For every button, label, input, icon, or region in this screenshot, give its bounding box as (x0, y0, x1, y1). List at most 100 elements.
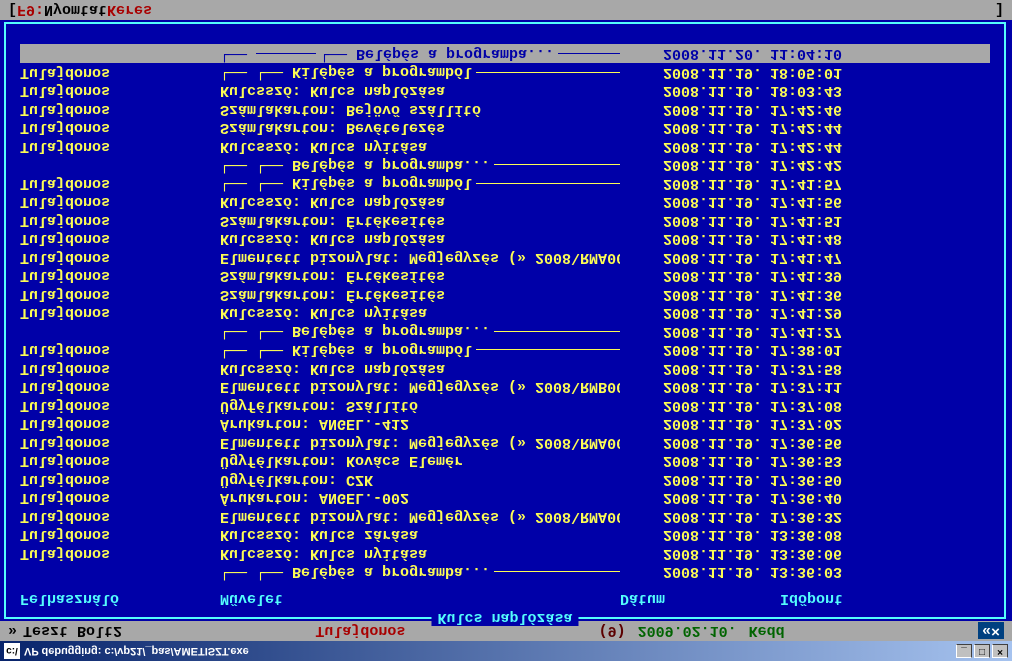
log-row[interactable]: TulajdonosKulcsszó: Kulcs nyitása2008.11… (20, 137, 990, 156)
cell-operation: └── Kilépés a programból (220, 174, 620, 192)
log-row[interactable]: └── Belépés a programba...2008.11.19.13:… (20, 563, 990, 582)
log-row[interactable]: TulajdonosElmentett bizonylat: Megjegyzé… (20, 433, 990, 452)
log-panel: Kulcs naplózása Felhasználó Művelet Dátu… (4, 22, 1006, 619)
chevron-icon: » (8, 623, 17, 640)
cell-time: 17:36:56 (770, 434, 990, 451)
cell-user: Tulajdonos (20, 286, 220, 303)
hotkey-f9[interactable]: F9: (17, 2, 44, 19)
log-row[interactable]: TulajdonosKulcsszó: Kulcs naplózása2008.… (20, 359, 990, 378)
log-row[interactable]: TulajdonosElmentett bizonylat: Megjegyzé… (20, 378, 990, 397)
cell-date: 2008.11.19. (620, 156, 770, 173)
cell-time: 18:05:01 (770, 64, 990, 81)
cell-date: 2008.11.19. (620, 415, 770, 432)
cell-time: 17:36:40 (770, 489, 990, 506)
log-row[interactable]: TulajdonosÁrukarton: ANGEL.-4122008.11.1… (20, 415, 990, 434)
cell-date: 2008.11.19. (620, 267, 770, 284)
cell-date: 2008.11.19. (620, 138, 770, 155)
log-row[interactable]: TulajdonosKulcsszó: Kulcs naplózása2008.… (20, 82, 990, 101)
cell-operation: Kulcsszó: Kulcs naplózása (220, 193, 620, 210)
cell-user: Tulajdonos (20, 193, 220, 210)
log-row[interactable]: TulajdonosKulcsszó: Kulcs naplózása2008.… (20, 230, 990, 249)
cell-date: 2008.11.19. (620, 230, 770, 247)
hotkey-search[interactable]: Keres (107, 2, 152, 19)
log-row[interactable]: Tulajdonos└── Kilépés a programból2008.1… (20, 341, 990, 360)
window-titlebar: c:\ VP debugging: c:/vp21/_pas/AMETISZT.… (0, 641, 1012, 661)
log-row[interactable]: TulajdonosSzámlakarton: Értékesítés2008.… (20, 285, 990, 304)
cell-operation: Elmentett bizonylat: Megjegyzés (» 2008\… (220, 434, 620, 451)
log-row[interactable]: TulajdonosElmentett bizonylat: Megjegyzé… (20, 248, 990, 267)
column-headers: Felhasználó Művelet Dátum Időpont (20, 590, 990, 607)
status-count: (9) (599, 623, 626, 640)
hotkey-f9-label: Nyomtat (44, 2, 107, 19)
cell-user: Tulajdonos (20, 212, 220, 229)
log-row[interactable]: TulajdonosElmentett bizonylat: Megjegyzé… (20, 507, 990, 526)
cell-user: Tulajdonos (20, 304, 220, 321)
cell-operation: Kulcsszó: Kulcs nyitása (220, 545, 620, 562)
minimize-button[interactable]: _ (956, 644, 972, 658)
close-window-button[interactable]: × (992, 644, 1008, 658)
cell-time: 17:42:42 (770, 156, 990, 173)
log-row[interactable]: TulajdonosSzámlakarton: Értékesítés2008.… (20, 267, 990, 286)
cell-time: 17:41:27 (770, 323, 990, 340)
cell-user: Tulajdonos (20, 378, 220, 395)
cell-operation: Számlakarton: Értékesítés (220, 286, 620, 303)
cell-operation: Ügyfélkarton: Szállító (220, 397, 620, 414)
cell-date: 2008.11.19. (620, 434, 770, 451)
cell-operation: └── Kilépés a programból (220, 63, 620, 81)
cell-user: Tulajdonos (20, 471, 220, 488)
log-row[interactable]: TulajdonosKulcsszó: Kulcs nyitása2008.11… (20, 304, 990, 323)
header-user: Felhasználó (20, 590, 220, 607)
cell-date: 2008.11.19. (620, 563, 770, 580)
log-row[interactable]: Tulajdonos└── Kilépés a programból2008.1… (20, 174, 990, 193)
log-rows[interactable]: └── Belépés a programba...2008.11.19.13:… (20, 54, 990, 581)
cell-date: 2008.11.19. (620, 119, 770, 136)
close-panel-icon[interactable]: «× (978, 623, 1004, 640)
log-row[interactable]: └── Belépés a programba... > 93 / 934 < … (20, 45, 990, 64)
cell-user: Tulajdonos (20, 267, 220, 284)
cell-time: 13:36:03 (770, 563, 990, 580)
cell-date: 2008.11.19. (620, 175, 770, 192)
log-row[interactable]: TulajdonosÜgyfélkarton: CZK2008.11.19.17… (20, 470, 990, 489)
log-row[interactable]: TulajdonosSzámlakarton: Bevételezés2008.… (20, 119, 990, 138)
cell-operation: Számlakarton: Bevételezés (220, 119, 620, 136)
cell-time: 17:37:08 (770, 397, 990, 414)
status-owner: Tulajdonos (315, 623, 405, 640)
cell-date: 2008.11.19. (620, 360, 770, 377)
log-row[interactable]: TulajdonosÁrukarton: ANGEL.-0022008.11.1… (20, 489, 990, 508)
header-time: Időpont (780, 590, 990, 607)
log-row[interactable]: TulajdonosÜgyfélkarton: Kovács Elemér200… (20, 452, 990, 471)
cell-operation: Kulcsszó: Kulcs zárása (220, 526, 620, 543)
cell-user: Tulajdonos (20, 508, 220, 525)
log-row[interactable]: TulajdonosKulcsszó: Kulcs nyitása2008.11… (20, 544, 990, 563)
log-row[interactable]: └── Belépés a programba...2008.11.19.17:… (20, 156, 990, 175)
cell-operation: Kulcsszó: Kulcs naplózása (220, 230, 620, 247)
cell-date: 2008.11.19. (620, 82, 770, 99)
log-row[interactable]: TulajdonosSzámlakarton: Értékesítés2008.… (20, 211, 990, 230)
cell-date: 2008.11.19. (620, 101, 770, 118)
log-row[interactable]: TulajdonosSzámlakarton: Bejövő szállító2… (20, 100, 990, 119)
cell-user: Tulajdonos (20, 341, 220, 358)
log-row[interactable]: Tulajdonos└── Kilépés a programból2008.1… (20, 63, 990, 82)
cell-date: 2008.11.19. (620, 508, 770, 525)
bracket-left: [ (8, 2, 17, 19)
cell-user: Tulajdonos (20, 434, 220, 451)
maximize-button[interactable]: □ (974, 644, 990, 658)
cell-date: 2008.11.19. (620, 212, 770, 229)
cell-time: 17:41:29 (770, 304, 990, 321)
footer-bar: [ F9: Nyomtat Keres ] (0, 0, 1012, 20)
cell-time: 17:41:56 (770, 193, 990, 210)
cell-time: 17:42:44 (770, 119, 990, 136)
cell-user: Tulajdonos (20, 101, 220, 118)
log-row[interactable]: TulajdonosÜgyfélkarton: Szállító2008.11.… (20, 396, 990, 415)
log-row[interactable]: TulajdonosKulcsszó: Kulcs zárása2008.11.… (20, 526, 990, 545)
log-row[interactable]: └── Belépés a programba...2008.11.19.17:… (20, 322, 990, 341)
cell-date: 2008.11.19. (620, 193, 770, 210)
cell-user: Tulajdonos (20, 360, 220, 377)
cell-time: 17:42:46 (770, 101, 990, 118)
cell-user: Tulajdonos (20, 230, 220, 247)
panel-title: Kulcs naplózása (431, 609, 578, 626)
cell-user: Tulajdonos (20, 545, 220, 562)
log-row[interactable]: TulajdonosKulcsszó: Kulcs naplózása2008.… (20, 193, 990, 212)
cell-date: 2008.11.19. (620, 545, 770, 562)
window-title: VP debugging: c:/vp21/_pas/AMETISZT.exe (24, 645, 249, 657)
